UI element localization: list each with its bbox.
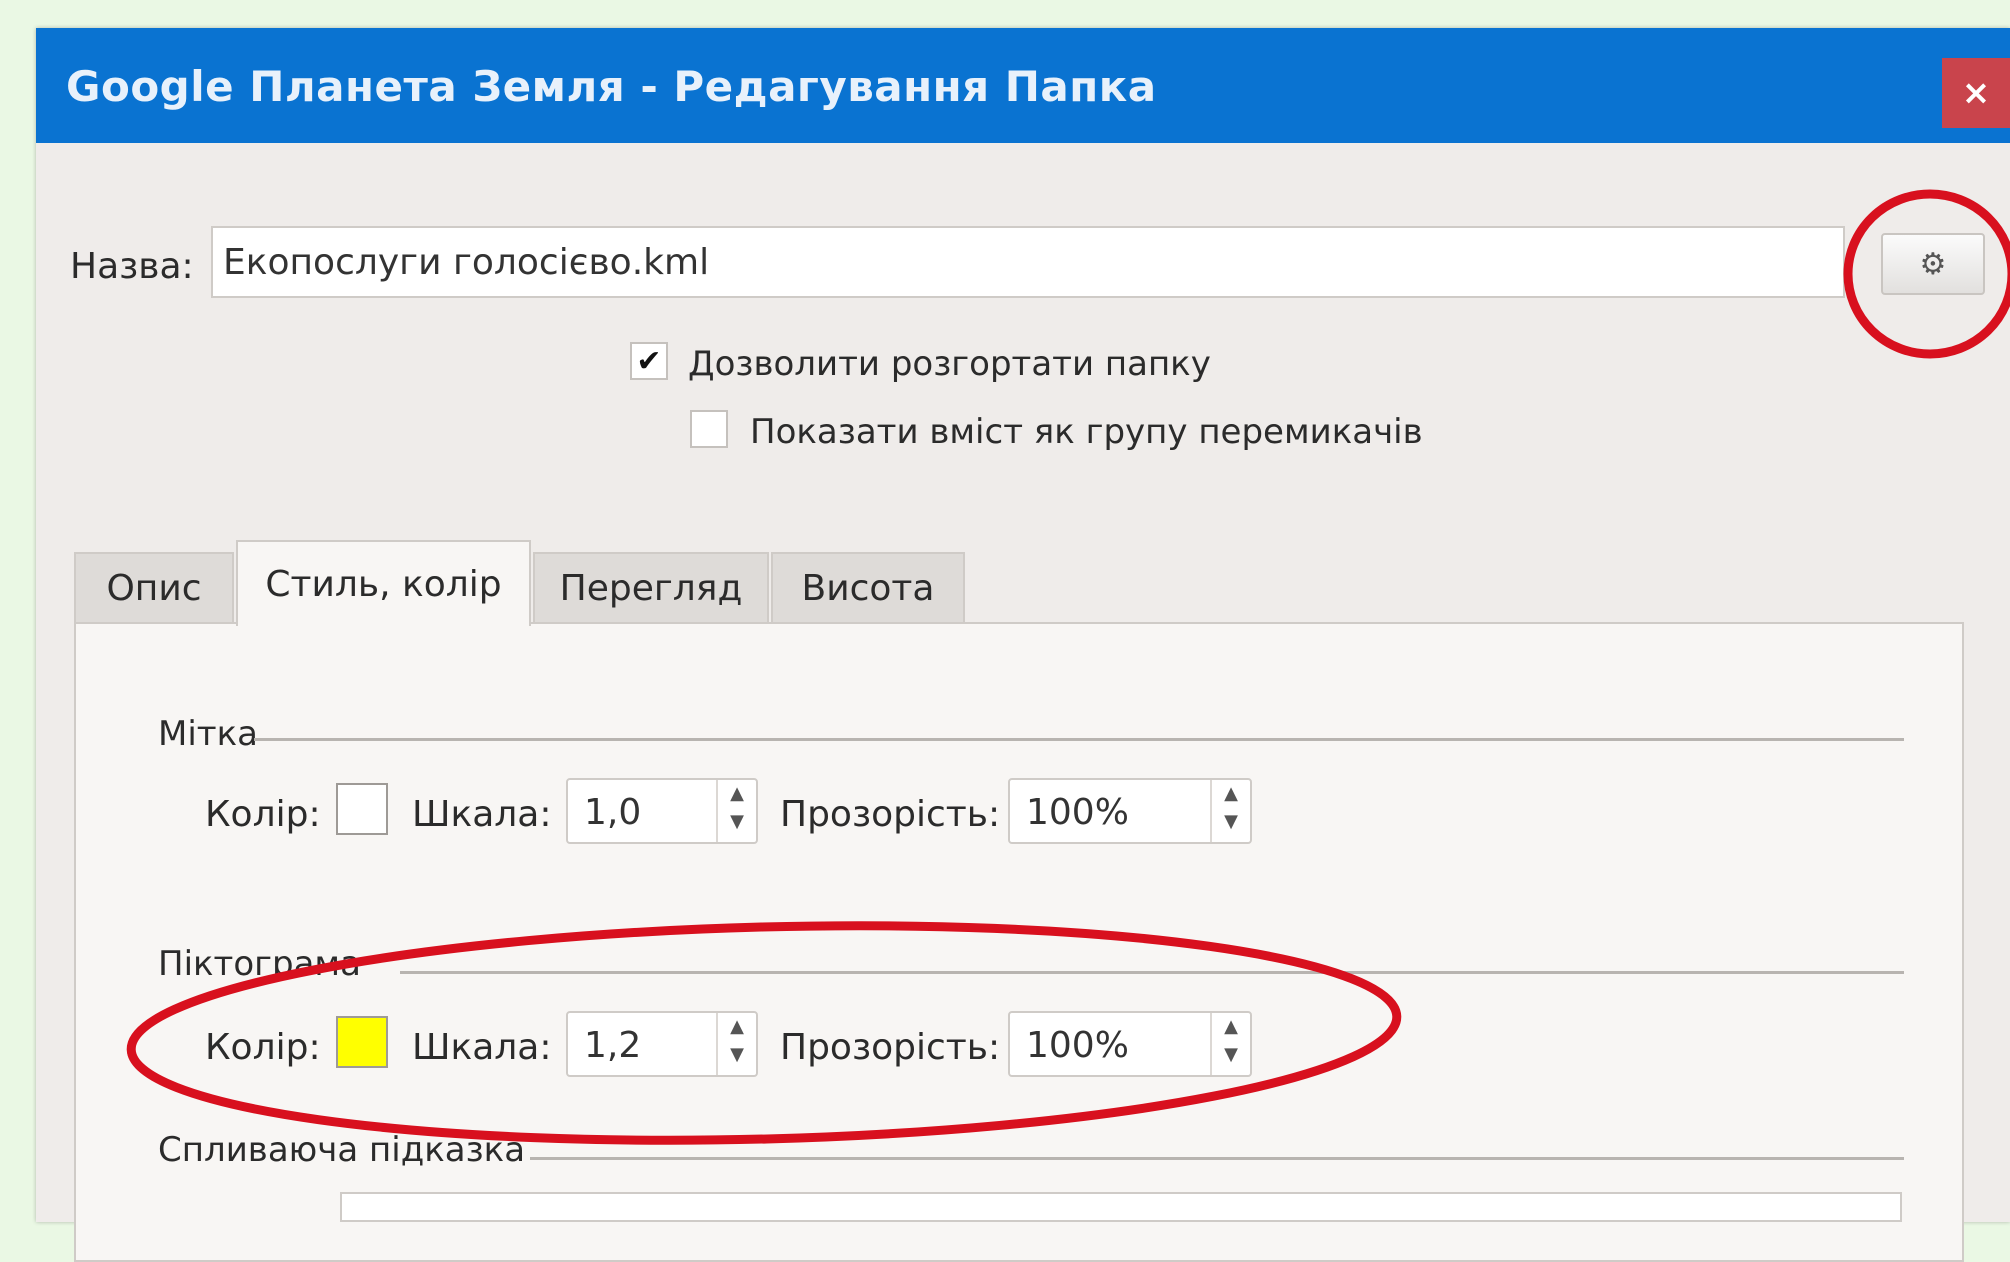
tooltip-group-title: Спливаюча підказка: [158, 1130, 526, 1170]
icon-opacity-spinner[interactable]: 100% ▲ ▼: [1008, 1011, 1252, 1077]
spinner-arrows-icon[interactable]: ▲ ▼: [1210, 780, 1250, 842]
icon-color-swatch[interactable]: [336, 1016, 388, 1068]
label-scale-value: 1,0: [584, 792, 642, 833]
icon-group-title: Піктограма: [158, 944, 361, 984]
label-opacity-label: Прозорість:: [780, 794, 1001, 835]
close-icon: ×: [1961, 73, 1991, 113]
label-opacity-spinner[interactable]: 100% ▲ ▼: [1008, 778, 1252, 844]
icon-scale-value: 1,2: [584, 1025, 642, 1066]
title-bar[interactable]: Google Планета Земля - Редагування Папка: [36, 28, 2010, 143]
name-input[interactable]: [211, 226, 1845, 298]
icon-settings-button[interactable]: ⚙: [1881, 233, 1985, 295]
label-group-divider: [254, 738, 1904, 741]
icon-opacity-label: Прозорість:: [780, 1027, 1001, 1068]
label-scale-spinner[interactable]: 1,0 ▲ ▼: [566, 778, 758, 844]
tooltip-group-divider: [530, 1157, 1904, 1160]
settings-icon: ⚙: [1919, 246, 1947, 282]
tooltip-text-field[interactable]: [340, 1192, 1902, 1222]
label-color-swatch[interactable]: [336, 783, 388, 835]
allow-expand-checkbox[interactable]: ✔: [630, 342, 668, 380]
icon-color-label: Колір:: [205, 1027, 321, 1068]
icon-scale-label: Шкала:: [412, 1027, 552, 1068]
name-label: Назва:: [70, 246, 194, 287]
spinner-arrows-icon[interactable]: ▲ ▼: [716, 1013, 756, 1075]
tab-view[interactable]: Перегляд: [533, 552, 769, 622]
label-color-label: Колір:: [205, 794, 321, 835]
tab-altitude[interactable]: Висота: [771, 552, 965, 622]
label-group-title: Мітка: [158, 714, 258, 754]
window-title: Google Планета Земля - Редагування Папка: [66, 62, 1157, 111]
spinner-arrows-icon[interactable]: ▲ ▼: [1210, 1013, 1250, 1075]
label-scale-label: Шкала:: [412, 794, 552, 835]
radio-group-checkbox[interactable]: [690, 410, 728, 448]
radio-group-label: Показати вміст як групу перемикачів: [750, 412, 1423, 452]
tab-style-color[interactable]: Стиль, колір: [236, 540, 531, 626]
icon-group-divider: [400, 971, 1904, 974]
label-opacity-value: 100%: [1026, 792, 1129, 833]
tab-description[interactable]: Опис: [74, 552, 234, 622]
spinner-arrows-icon[interactable]: ▲ ▼: [716, 780, 756, 842]
icon-opacity-value: 100%: [1026, 1025, 1129, 1066]
checkmark-icon: ✔: [636, 343, 662, 379]
close-button[interactable]: ×: [1942, 58, 2010, 128]
icon-scale-spinner[interactable]: 1,2 ▲ ▼: [566, 1011, 758, 1077]
allow-expand-label: Дозволити розгортати папку: [688, 344, 1211, 384]
